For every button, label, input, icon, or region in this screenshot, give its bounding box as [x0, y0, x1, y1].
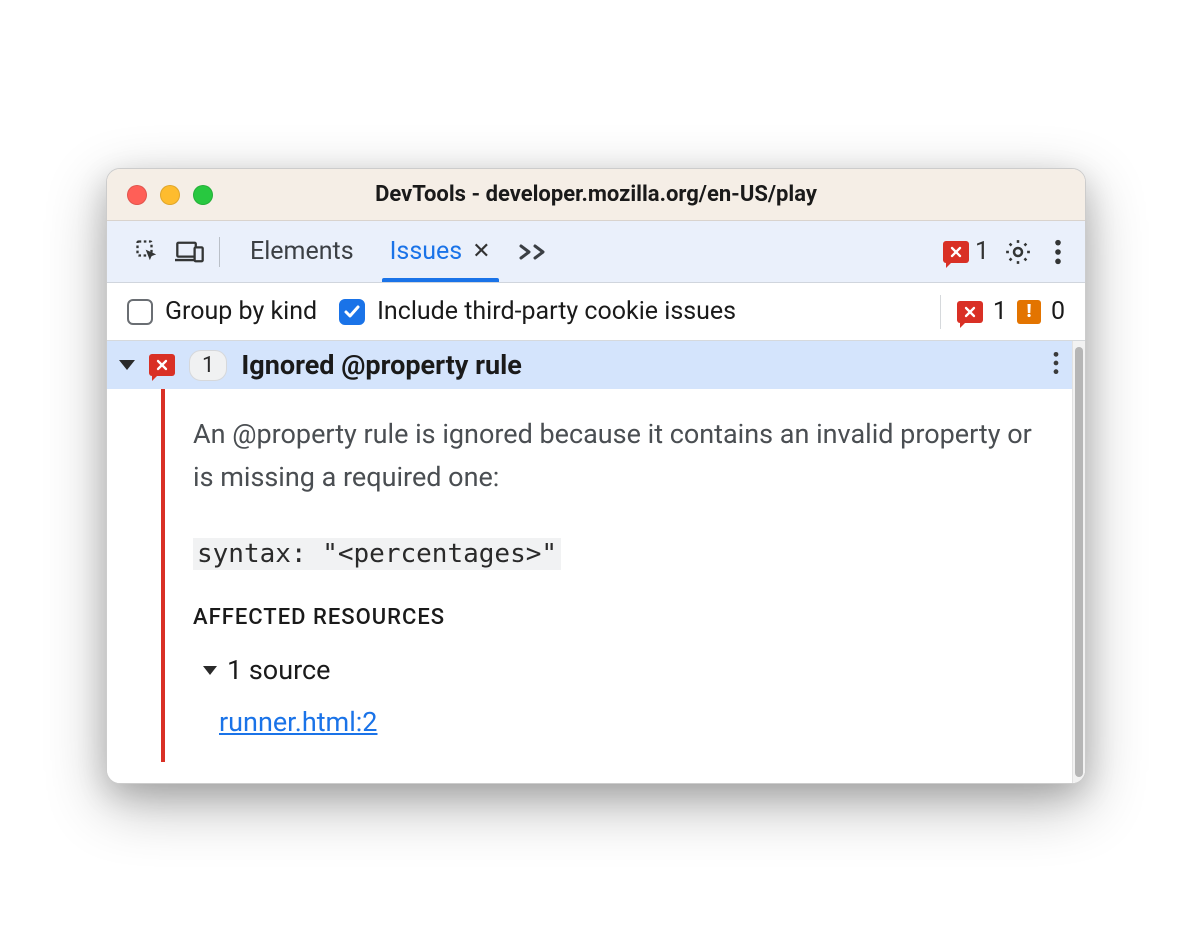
option-label: Group by kind [165, 297, 317, 326]
more-tabs-button[interactable] [509, 221, 559, 282]
settings-button[interactable] [993, 231, 1043, 273]
tab-label: Elements [250, 237, 354, 266]
error-total: 1 [993, 297, 1007, 326]
disclosure-triangle-icon [203, 666, 217, 675]
issue-menu-button[interactable] [1052, 350, 1060, 380]
issue-header[interactable]: 1 Ignored @property rule [107, 341, 1072, 389]
source-link[interactable]: runner.html:2 [219, 706, 377, 738]
warning-icon: ! [1017, 300, 1041, 324]
tab-issues[interactable]: Issues ✕ [372, 221, 509, 282]
gear-icon [1003, 237, 1033, 267]
toolbar-divider [219, 237, 220, 267]
tab-elements[interactable]: Elements [232, 221, 372, 282]
maximize-window-button[interactable] [193, 185, 213, 205]
titlebar: DevTools - developer.mozilla.org/en-US/p… [107, 169, 1085, 221]
warning-total: 0 [1051, 297, 1065, 326]
inspect-element-icon[interactable] [127, 231, 169, 273]
close-window-button[interactable] [127, 185, 147, 205]
issue-title: Ignored @property rule [241, 349, 1038, 381]
include-third-party-option[interactable]: Include third-party cookie issues [339, 297, 736, 326]
vertical-dots-icon [1053, 238, 1063, 266]
vertical-dots-icon [1052, 350, 1060, 376]
disclosure-triangle-icon [119, 360, 135, 370]
affected-resources-label: AFFECTED RESOURCES [193, 605, 1050, 630]
device-toolbar-icon[interactable] [169, 231, 211, 273]
issue-body: An @property rule is ignored because it … [107, 389, 1072, 762]
window-title: DevTools - developer.mozilla.org/en-US/p… [127, 182, 1065, 207]
issues-counts: 1 ! 0 [940, 295, 1065, 329]
issue-count-pill: 1 [189, 350, 227, 381]
checkbox-unchecked-icon [127, 299, 153, 325]
error-icon [957, 301, 983, 323]
error-count-value: 1 [975, 237, 989, 266]
tab-label: Issues [390, 237, 463, 266]
scrollbar[interactable] [1072, 341, 1085, 783]
chevrons-right-icon [517, 241, 551, 263]
error-icon [149, 354, 175, 376]
error-icon [943, 241, 969, 263]
traffic-lights [127, 185, 213, 205]
issues-options-bar: Group by kind Include third-party cookie… [107, 283, 1085, 341]
devtools-toolbar: Elements Issues ✕ 1 [107, 221, 1085, 283]
devtools-window: DevTools - developer.mozilla.org/en-US/p… [106, 168, 1086, 784]
source-summary-row[interactable]: 1 source [203, 654, 1050, 686]
severity-indicator [161, 389, 165, 762]
source-summary: 1 source [227, 654, 330, 686]
more-menu-button[interactable] [1043, 232, 1073, 272]
toolbar-error-count[interactable]: 1 [943, 237, 989, 266]
close-tab-icon[interactable]: ✕ [472, 239, 490, 264]
option-label: Include third-party cookie issues [377, 297, 736, 326]
issue-code-snippet: syntax: "<percentages>" [193, 538, 561, 570]
devtools-tabs: Elements Issues ✕ [232, 221, 559, 282]
scrollbar-thumb[interactable] [1075, 347, 1083, 777]
checkbox-checked-icon [339, 299, 365, 325]
issue-description: An @property rule is ignored because it … [193, 413, 1050, 499]
issues-panel: 1 Ignored @property rule An @property ru… [107, 341, 1085, 783]
group-by-kind-option[interactable]: Group by kind [127, 297, 317, 326]
minimize-window-button[interactable] [160, 185, 180, 205]
